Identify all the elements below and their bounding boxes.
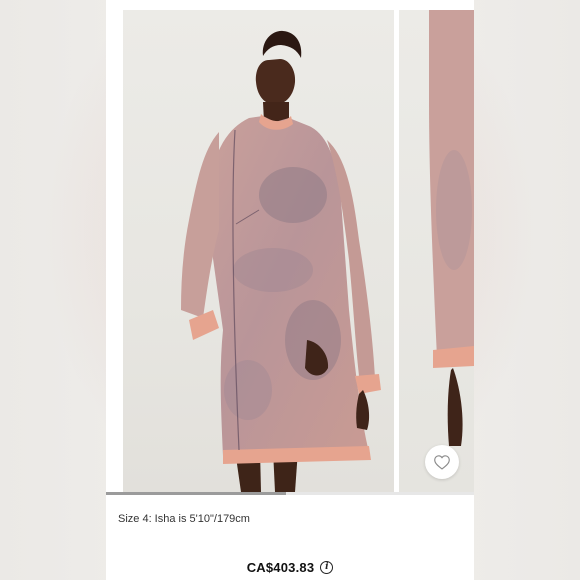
price-row: CA$403.83 i	[106, 560, 474, 575]
gallery-progress-track	[106, 492, 474, 495]
image-gallery[interactable]	[106, 10, 474, 492]
product-photo-main[interactable]	[123, 10, 394, 492]
favorite-button[interactable]	[425, 445, 459, 479]
heart-outline-icon	[433, 454, 451, 470]
product-card: Size 4: Isha is 5'10"/179cm CA$403.83 i	[106, 0, 474, 580]
product-price: CA$403.83	[246, 560, 315, 575]
product-photo-side[interactable]	[399, 10, 474, 492]
gallery-progress-indicator	[106, 492, 287, 495]
size-note: Size 4: Isha is 5'10"/179cm	[118, 513, 250, 525]
info-icon[interactable]: i	[320, 561, 334, 574]
